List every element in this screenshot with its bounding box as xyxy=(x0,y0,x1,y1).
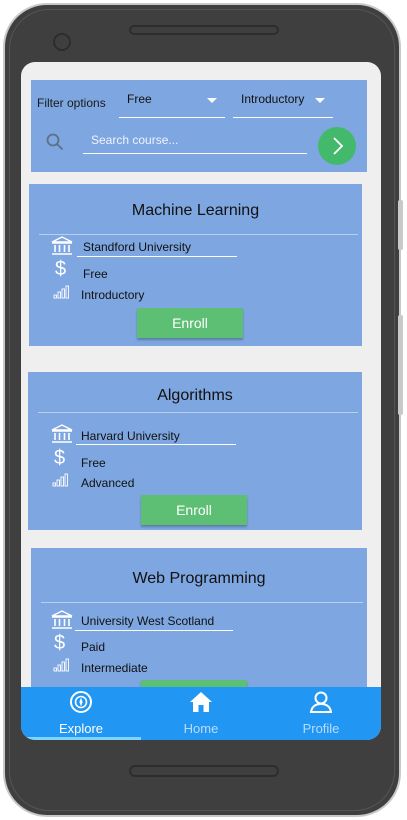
university-icon xyxy=(51,236,73,255)
course-card: Web Programming University West Scotland… xyxy=(31,548,367,710)
tab-home[interactable]: Home xyxy=(141,687,261,740)
active-tab-indicator xyxy=(21,737,141,740)
divider xyxy=(41,602,363,603)
bottom-tab-bar: Explore Home Profile xyxy=(21,687,381,740)
tab-explore-label: Explore xyxy=(58,721,104,736)
enroll-button[interactable]: Enroll xyxy=(141,495,247,525)
enroll-button[interactable]: Enroll xyxy=(137,308,243,338)
course-level: Intermediate xyxy=(81,661,148,675)
search-go-button[interactable] xyxy=(318,127,356,165)
chevron-right-icon xyxy=(333,137,344,155)
home-bar xyxy=(129,765,279,777)
tab-home-label: Home xyxy=(183,721,219,736)
course-card: Machine Learning Standford University $ … xyxy=(29,184,362,346)
course-price: Paid xyxy=(81,640,106,654)
filter-panel: Filter options Free Introductory xyxy=(31,80,367,172)
course-title: Algorithms xyxy=(157,387,233,404)
level-bars-icon xyxy=(53,285,69,299)
course-level: Introductory xyxy=(81,288,145,302)
chevron-down-icon xyxy=(315,98,325,103)
tab-explore[interactable]: Explore xyxy=(21,687,141,740)
front-camera xyxy=(53,33,71,51)
user-icon xyxy=(309,691,333,713)
divider xyxy=(39,234,358,235)
university-underline xyxy=(76,444,236,445)
price-select-value: Free xyxy=(127,92,152,106)
university-name: University West Scotland xyxy=(81,614,215,628)
course-card: Algorithms Harvard University $ Free Adv… xyxy=(28,372,362,530)
divider xyxy=(38,412,358,413)
home-icon xyxy=(190,692,212,712)
filter-label: Filter options xyxy=(37,96,106,110)
price-select[interactable]: Free xyxy=(119,90,225,118)
university-icon xyxy=(51,424,73,443)
chevron-down-icon xyxy=(207,98,217,103)
university-underline xyxy=(77,256,237,257)
compass-icon xyxy=(70,691,92,713)
university-underline xyxy=(75,630,233,631)
level-select[interactable]: Introductory xyxy=(233,90,333,118)
dollar-icon: $ xyxy=(54,632,66,654)
tab-profile[interactable]: Profile xyxy=(261,687,381,740)
level-bars-icon xyxy=(52,473,68,487)
tab-profile-label: Profile xyxy=(302,721,340,736)
level-bars-icon xyxy=(53,658,69,672)
app-screen: Filter options Free Introductory Machine… xyxy=(21,62,381,740)
volume-button xyxy=(398,200,403,250)
course-price: Free xyxy=(81,456,106,470)
dollar-icon: $ xyxy=(55,258,67,280)
dollar-icon: $ xyxy=(54,447,66,469)
power-button xyxy=(398,315,403,415)
course-level: Advanced xyxy=(81,476,135,490)
university-name: Harvard University xyxy=(81,429,180,443)
university-name: Standford University xyxy=(83,240,192,254)
search-input[interactable] xyxy=(83,126,307,154)
course-title: Machine Learning xyxy=(131,202,260,219)
university-icon xyxy=(51,610,73,629)
search-icon xyxy=(46,133,63,150)
level-select-value: Introductory xyxy=(241,92,305,106)
earpiece-speaker xyxy=(129,25,279,35)
course-title: Web Programming xyxy=(132,570,266,587)
course-price: Free xyxy=(83,267,108,281)
